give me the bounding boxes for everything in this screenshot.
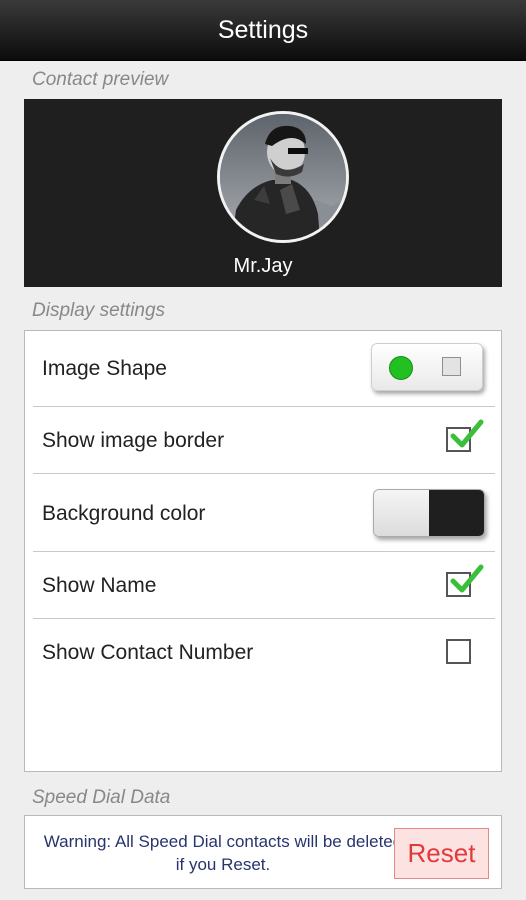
- speed-dial-panel: Warning: All Speed Dial contacts will be…: [24, 815, 502, 889]
- show-name-checkbox[interactable]: [446, 564, 484, 597]
- show-image-border-checkbox[interactable]: [446, 419, 484, 452]
- show-contact-number-checkbox[interactable]: [446, 639, 471, 664]
- show-contact-number-row[interactable]: Show Contact Number: [33, 619, 495, 685]
- image-shape-label: Image Shape: [42, 357, 167, 380]
- checkmark-icon: [450, 419, 484, 448]
- contact-preview: Mr.Jay: [24, 99, 502, 287]
- show-name-label: Show Name: [42, 574, 157, 597]
- background-color-row: Background color: [33, 474, 495, 551]
- light-color-swatch: [374, 490, 429, 536]
- avatar: [217, 111, 349, 243]
- checkmark-icon: [450, 564, 484, 593]
- contact-name: Mr.Jay: [233, 255, 293, 277]
- page-title: Settings: [217, 16, 309, 44]
- show-name-row[interactable]: Show Name: [33, 552, 495, 618]
- image-shape-row: Image Shape: [33, 331, 495, 406]
- display-settings-panel: Image Shape Show image border Background…: [24, 330, 502, 772]
- dark-color-swatch: [429, 490, 484, 536]
- background-color-label: Background color: [42, 502, 206, 525]
- person-photo-icon: [220, 114, 346, 240]
- reset-warning-text: Warning: All Speed Dial contacts will be…: [43, 832, 403, 874]
- background-color-toggle[interactable]: [373, 489, 485, 537]
- square-shape-icon: [442, 357, 461, 376]
- show-image-border-label: Show image border: [42, 429, 225, 452]
- speed-dial-data-label: Speed Dial Data: [32, 787, 171, 808]
- circle-shape-icon: [389, 356, 413, 380]
- display-settings-label: Display settings: [32, 300, 166, 321]
- show-contact-number-label: Show Contact Number: [42, 641, 254, 664]
- title-bar: Settings: [0, 0, 526, 61]
- contact-preview-label: Contact preview: [32, 69, 169, 90]
- show-image-border-row[interactable]: Show image border: [33, 407, 495, 473]
- image-shape-toggle[interactable]: [371, 343, 483, 391]
- reset-button[interactable]: Reset: [394, 828, 489, 879]
